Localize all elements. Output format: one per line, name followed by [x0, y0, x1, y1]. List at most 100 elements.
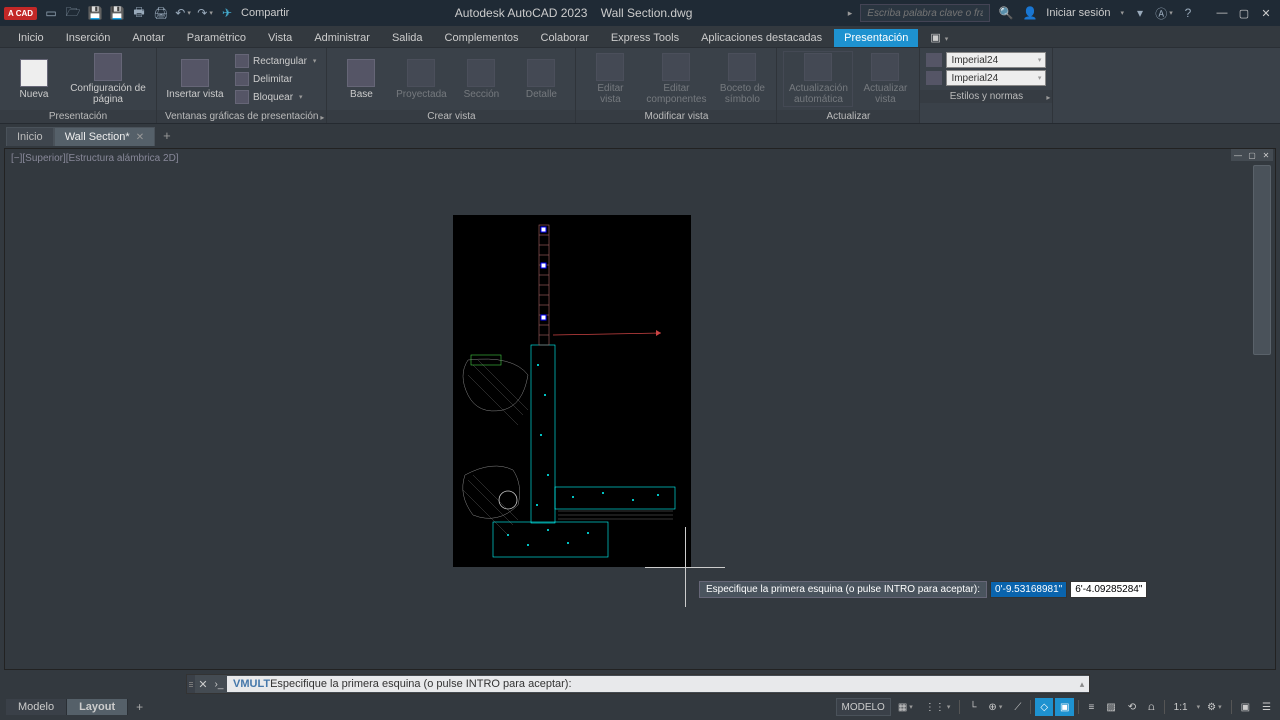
lock-icon — [235, 90, 249, 104]
close-button[interactable]: ✕ — [1256, 4, 1276, 22]
app-icon[interactable]: Ⓐ▾ — [1156, 5, 1172, 21]
selection-cycling-icon[interactable]: ⟲ — [1123, 698, 1141, 716]
section-icon — [467, 59, 495, 87]
open-icon[interactable]: 🗁 — [65, 5, 81, 21]
new-file-tab-button[interactable]: + — [155, 125, 179, 146]
tab-inicio[interactable]: Inicio — [8, 29, 54, 47]
share-label[interactable]: Compartir — [241, 7, 289, 19]
edit-components-icon — [662, 53, 690, 81]
vp-minimize-button[interactable]: — — [1231, 149, 1245, 161]
clip-button[interactable]: Delimitar — [231, 71, 320, 88]
panel-expand-icon[interactable]: ▸ — [1046, 93, 1050, 102]
app-badge[interactable]: A CAD — [4, 7, 37, 20]
page-setup-button[interactable]: Configuración de página — [66, 51, 150, 107]
cmdline-close-button[interactable]: ✕ — [195, 678, 211, 691]
search-caret-icon[interactable]: ▸ — [848, 8, 853, 19]
tab-complementos[interactable]: Complementos — [435, 29, 529, 47]
tab-parametrico[interactable]: Paramétrico — [177, 29, 256, 47]
transparency-icon[interactable]: ▨ — [1101, 698, 1120, 716]
maximize-viewport-icon[interactable]: ▣ — [1236, 698, 1255, 716]
minimize-button[interactable]: — — [1212, 4, 1232, 22]
panel-estilos-normas: Imperial24▾ Imperial24▾ Estilos y normas… — [920, 48, 1053, 123]
edit-components-button: Editar componentes — [642, 51, 710, 107]
base-icon — [347, 59, 375, 87]
tab-vista[interactable]: Vista — [258, 29, 302, 47]
snap-icon[interactable]: ⋮⋮▾ — [920, 698, 956, 716]
help-icon[interactable]: ? — [1180, 5, 1196, 21]
rectangular-button[interactable]: Rectangular▾ — [231, 53, 320, 70]
search-input[interactable] — [860, 4, 990, 22]
command-input[interactable]: VMULT Especifique la primera esquina (o … — [227, 676, 1075, 692]
tab-salida[interactable]: Salida — [382, 29, 433, 47]
new-layout-button[interactable]: Nueva — [6, 51, 62, 107]
new-layout-icon — [20, 59, 48, 87]
navigation-bar[interactable] — [1253, 165, 1271, 355]
tab-insercion[interactable]: Inserción — [56, 29, 121, 47]
insert-view-button[interactable]: Insertar vista — [163, 51, 227, 107]
close-tab-icon[interactable]: ✕ — [136, 132, 144, 143]
cart-icon[interactable]: ▾ — [1132, 5, 1148, 21]
signin-dropdown-icon[interactable]: ▾ — [1120, 9, 1124, 17]
scale-label[interactable]: 1:1 — [1169, 698, 1193, 716]
dynamic-input-tooltip: Especifique la primera esquina (o pulse … — [699, 581, 1147, 598]
symbol-sketch-icon — [728, 53, 756, 81]
scale-dropdown-icon[interactable]: ▾ — [1197, 703, 1201, 711]
space-toggle[interactable]: MODELO — [836, 698, 891, 716]
gear-icon[interactable]: ⚙▾ — [1202, 698, 1226, 716]
plot-icon[interactable]: 🖶 — [131, 5, 147, 21]
base-button[interactable]: Base — [333, 51, 389, 107]
cmdline-handle-icon[interactable] — [187, 675, 195, 693]
tab-presentacion[interactable]: Presentación — [834, 29, 918, 47]
drawing-area[interactable]: [−][Superior][Estructura alámbrica 2D] —… — [4, 148, 1276, 670]
signin-label[interactable]: Iniciar sesión — [1046, 7, 1110, 19]
style-a-select[interactable]: Imperial24▾ — [946, 52, 1046, 68]
print-icon[interactable]: 🖨 — [153, 5, 169, 21]
dynamic-y-field[interactable]: 6'-4.09285284" — [1070, 581, 1147, 598]
grid-icon[interactable]: ▦▾ — [893, 698, 918, 716]
customization-icon[interactable]: ☰ — [1257, 698, 1276, 716]
osnap-icon[interactable]: ◇ — [1035, 698, 1053, 716]
lock-button[interactable]: Bloquear▾ — [231, 89, 320, 106]
save-icon[interactable]: 💾 — [87, 5, 103, 21]
panel-expand-icon[interactable]: ▸ — [320, 113, 324, 122]
search-icon[interactable]: 🔍 — [998, 5, 1014, 21]
new-icon[interactable]: ▭ — [43, 5, 59, 21]
annotation-icon[interactable]: ⩍ — [1143, 698, 1160, 716]
file-tab-inicio[interactable]: Inicio — [6, 127, 54, 146]
viewport-controls[interactable]: [−][Superior][Estructura alámbrica 2D] — [11, 153, 179, 164]
share-icon[interactable]: ✈ — [219, 5, 235, 21]
vp-close-button[interactable]: ✕ — [1259, 149, 1273, 161]
panel-title-estilos: Estilos y normas▸ — [920, 90, 1052, 103]
lineweight-icon[interactable]: ≡ — [1083, 698, 1099, 716]
model-tab[interactable]: Modelo — [6, 699, 67, 715]
quick-access-toolbar: ▭ 🗁 💾 💾 🖶 🖨 ↶▾ ↷▾ ✈ Compartir — [43, 5, 289, 21]
cmdline-history-button[interactable]: ▴ — [1075, 676, 1089, 692]
tab-anotar[interactable]: Anotar — [122, 29, 174, 47]
redo-icon[interactable]: ↷▾ — [197, 5, 213, 21]
add-layout-button[interactable]: + — [128, 698, 151, 716]
tab-colaborar[interactable]: Colaborar — [531, 29, 599, 47]
tab-aplicaciones-destacadas[interactable]: Aplicaciones destacadas — [691, 29, 832, 47]
panel-title-presentacion: Presentación — [0, 110, 156, 123]
ortho-icon[interactable]: └ — [964, 698, 981, 716]
crosshair-vertical — [685, 527, 686, 607]
command-line[interactable]: ✕ ›_ VMULT Especifique la primera esquin… — [186, 674, 1090, 694]
undo-icon[interactable]: ↶▾ — [175, 5, 191, 21]
layout-tab[interactable]: Layout — [67, 699, 128, 715]
file-tab-wall-section[interactable]: Wall Section*✕ — [54, 127, 155, 146]
cmdline-customize-button[interactable]: ›_ — [211, 679, 227, 690]
tab-extra-icon[interactable]: ▣ ▾ — [920, 28, 958, 47]
osnap3d-icon[interactable]: ▣ — [1055, 698, 1074, 716]
isodraft-icon[interactable]: ⟋ — [1009, 698, 1026, 716]
saveas-icon[interactable]: 💾 — [109, 5, 125, 21]
polar-icon[interactable]: ⊕▾ — [983, 698, 1007, 716]
vp-maximize-button[interactable]: ▢ — [1245, 149, 1259, 161]
maximize-button[interactable]: ▢ — [1234, 4, 1254, 22]
user-icon[interactable]: 👤 — [1022, 5, 1038, 21]
style-b-select[interactable]: Imperial24▾ — [946, 70, 1046, 86]
auto-update-button: Actualización automática — [783, 51, 853, 107]
dynamic-x-field[interactable]: 0'-9.53168981" — [990, 581, 1067, 598]
tab-express-tools[interactable]: Express Tools — [601, 29, 689, 47]
paper-sheet — [453, 215, 691, 567]
tab-administrar[interactable]: Administrar — [304, 29, 380, 47]
